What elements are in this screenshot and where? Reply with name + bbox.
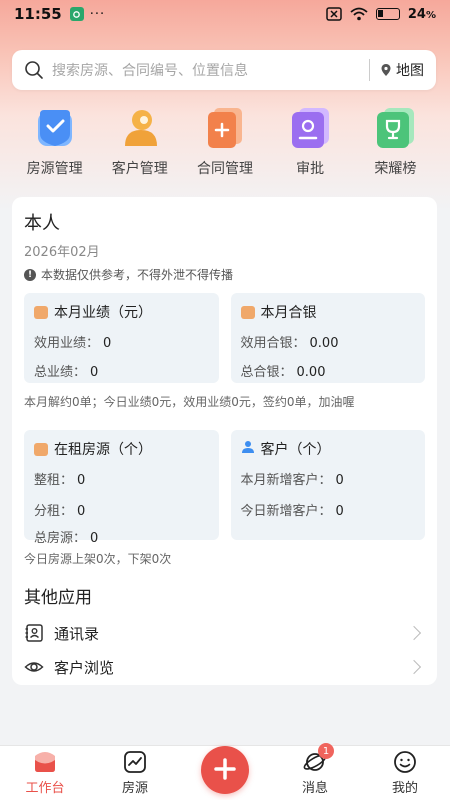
notice-text: 本数据仅供参考，不得外泄不得传播 — [41, 268, 234, 282]
location-pin-icon — [381, 64, 391, 76]
performance-grid: 本月业绩（元） 效用业绩： 0 总业绩： 0 本月合银 效用合银： 0.00 总合银：… — [24, 293, 425, 383]
tab-label: 工作台 — [25, 781, 65, 796]
workbench-icon — [35, 752, 55, 772]
box-title: 本月业绩（元） — [54, 305, 152, 321]
quick-action-label: 客户管理 — [111, 161, 168, 177]
box-row: 今日新增客户： 0 — [240, 504, 344, 519]
performance-summary: 本月解约0单；今日业绩0元，效用业绩0元，签约0单，加油喔 — [24, 395, 355, 409]
smile-icon — [394, 751, 416, 773]
box-row: 效用合银： 0.00 — [240, 336, 339, 351]
box-title: 客户（个） — [260, 442, 331, 458]
quick-action-label: 房源管理 — [26, 161, 83, 177]
box-title: 本月合银 — [260, 305, 317, 321]
quick-action-housing[interactable]: 房源管理 — [15, 104, 95, 178]
map-button[interactable]: 地图 — [380, 60, 424, 80]
housing-summary: 今日房源上架0次，下架0次 — [24, 552, 172, 566]
search-icon — [24, 60, 44, 80]
box-row: 效用业绩： 0 — [34, 336, 112, 351]
tab-messages[interactable]: 1 消息 — [280, 743, 350, 796]
housing-grid: 在租房源（个） 整租： 0 分租： 0 总房源： 0 客户（个） 本月新增客户： 0 今… — [24, 430, 425, 546]
tab-housing[interactable]: 房源 — [100, 749, 170, 796]
quick-action-contracts[interactable]: 合同管理 — [185, 104, 265, 178]
tab-label: 房源 — [121, 781, 148, 796]
tab-label: 消息 — [301, 781, 328, 796]
map-label: 地图 — [396, 63, 424, 79]
trophy-icon — [372, 104, 418, 150]
contacts-label: 通讯录 — [54, 624, 100, 643]
box-row: 总合银： 0.00 — [240, 365, 326, 380]
tab-workbench[interactable]: 工作台 — [10, 749, 80, 796]
box-row: 整租： 0 — [34, 473, 86, 488]
tab-mine[interactable]: 我的 — [370, 749, 440, 796]
renting-listings-box[interactable]: 在租房源（个） 整租： 0 分租： 0 总房源： 0 — [24, 430, 219, 546]
tab-add[interactable] — [190, 746, 260, 796]
quick-action-label: 审批 — [296, 161, 325, 177]
contacts-item[interactable]: 通讯录 — [24, 616, 425, 650]
box-title: 在租房源（个） — [54, 442, 152, 458]
quick-action-customers[interactable]: 客户管理 — [100, 104, 180, 178]
box-row: 本月新增客户： 0 — [240, 473, 344, 488]
quick-action-label: 合同管理 — [196, 161, 253, 177]
wifi-icon — [350, 7, 368, 21]
user-icon — [241, 440, 255, 458]
chevron-right-icon — [406, 625, 422, 641]
other-apps-title: 其他应用 — [24, 588, 92, 608]
plus-icon — [214, 758, 236, 780]
card-title: 本人 — [24, 213, 60, 234]
doc-plus-icon — [202, 104, 248, 150]
chevron-right-icon — [406, 659, 422, 675]
quick-action-approval[interactable]: 审批 — [270, 104, 350, 178]
battery-level: 24% — [407, 6, 436, 22]
dashboard-card: 本人 2026年02月 ! 本数据仅供参考，不得外泄不得传播 本月业绩（元） 效… — [12, 197, 437, 685]
customer-browse-item[interactable]: 客户浏览 — [24, 650, 425, 684]
folder-icon — [240, 305, 255, 319]
info-icon: ! — [24, 268, 36, 281]
person-icon — [117, 104, 163, 150]
status-dots: ··· — [89, 6, 106, 22]
message-badge: 1 — [318, 743, 334, 759]
customer-browse-label: 客户浏览 — [54, 658, 115, 677]
battery-icon — [375, 8, 400, 20]
quick-action-label: 荣耀榜 — [374, 161, 417, 177]
mute-icon — [326, 7, 342, 21]
wallet-icon — [34, 305, 48, 319]
app-notification-icon — [69, 7, 84, 21]
box-row: 分租： 0 — [34, 504, 86, 519]
status-time: 11:55 — [14, 5, 62, 23]
box-row: 总业绩： 0 — [34, 365, 99, 380]
tab-label: 我的 — [391, 781, 418, 796]
wallet-icon — [34, 442, 48, 456]
status-bar: 11:55 ··· 24% — [0, 0, 450, 28]
data-notice: ! 本数据仅供参考，不得外泄不得传播 — [24, 266, 425, 283]
bottom-tab-bar: 工作台 房源 1 消息 我的 — [0, 743, 450, 800]
search-bar[interactable]: 搜索房源、合同编号、位置信息 地图 — [12, 50, 436, 90]
quick-action-honor[interactable]: 荣耀榜 — [355, 104, 435, 178]
monthly-silver-box[interactable]: 本月合银 效用合银： 0.00 总合银： 0.00 — [230, 293, 425, 383]
add-button[interactable] — [201, 746, 249, 794]
quick-actions: 房源管理 客户管理 合同管理 审批 荣耀榜 — [0, 104, 450, 178]
contacts-icon — [24, 623, 44, 643]
box-row: 总房源： 0 — [34, 531, 99, 546]
eye-icon — [24, 657, 44, 677]
search-input[interactable]: 搜索房源、合同编号、位置信息 — [52, 60, 359, 80]
card-date: 2026年02月 — [24, 245, 100, 260]
search-divider — [369, 59, 370, 81]
customers-box[interactable]: 客户（个） 本月新增客户： 0 今日新增客户： 0 — [230, 430, 425, 540]
check-shield-icon — [32, 104, 78, 150]
trend-icon — [124, 751, 146, 773]
approval-icon — [287, 104, 333, 150]
monthly-performance-box[interactable]: 本月业绩（元） 效用业绩： 0 总业绩： 0 — [24, 293, 219, 383]
